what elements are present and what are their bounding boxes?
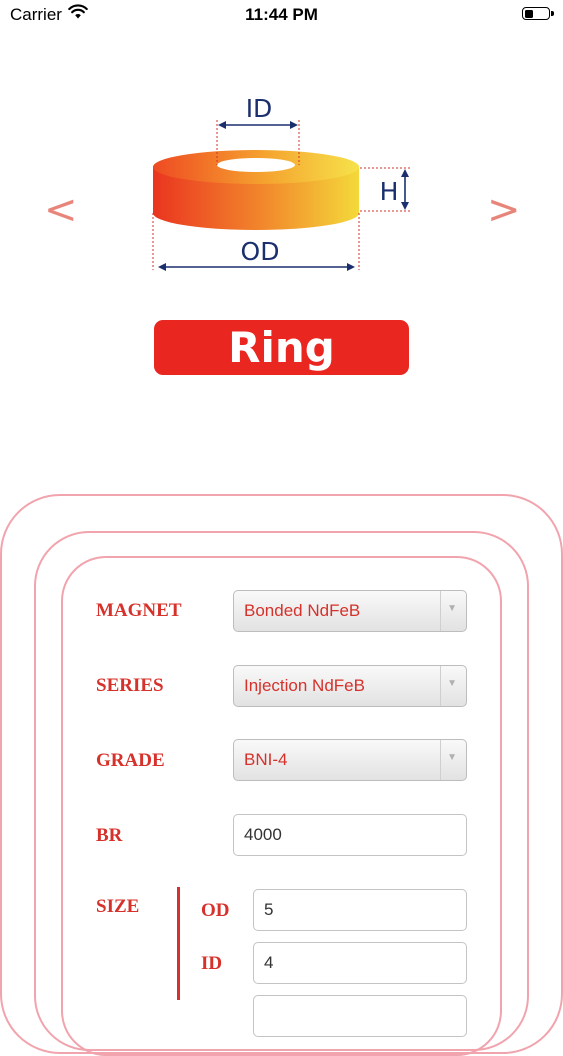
select-divider — [440, 591, 441, 631]
h-dimension-label: H — [380, 177, 399, 206]
chevron-right-icon[interactable]: > — [487, 190, 521, 230]
br-label: BR — [96, 825, 123, 846]
chevron-left-icon[interactable]: < — [44, 190, 78, 230]
id-label: ID — [201, 953, 223, 974]
id-input[interactable]: 4 — [253, 942, 467, 984]
series-select[interactable]: Injection NdFeB ▼ — [233, 665, 467, 707]
series-select-value: Injection NdFeB — [244, 676, 365, 695]
status-bar: Carrier 11:44 PM — [0, 0, 563, 30]
shape-name-badge: Ring — [154, 320, 409, 375]
grade-select[interactable]: BNI-4 ▼ — [233, 739, 467, 781]
battery-nub — [551, 11, 554, 16]
size-group-bar — [177, 887, 180, 1000]
series-label: SERIES — [96, 675, 164, 696]
select-divider — [440, 666, 441, 706]
magnet-select[interactable]: Bonded NdFeB ▼ — [233, 590, 467, 632]
shape-name: Ring — [228, 323, 335, 372]
magnet-label: MAGNET — [96, 600, 182, 621]
id-dimension-label: ID — [246, 94, 273, 123]
dropdown-caret-icon: ▼ — [447, 603, 457, 614]
ring-diagram: ID OD H — [152, 94, 411, 271]
dropdown-caret-icon: ▼ — [447, 678, 457, 689]
select-divider — [440, 740, 441, 780]
h-input[interactable] — [253, 995, 467, 1037]
id-input-value: 4 — [264, 953, 274, 972]
battery-level-fill — [524, 9, 534, 18]
magnet-select-value: Bonded NdFeB — [244, 601, 361, 620]
grade-select-value: BNI-4 — [244, 750, 288, 769]
od-input-value: 5 — [264, 900, 274, 919]
grade-label: GRADE — [96, 750, 165, 771]
br-input-value: 4000 — [244, 825, 282, 844]
od-label: OD — [201, 900, 230, 921]
od-input[interactable]: 5 — [253, 889, 467, 931]
size-label: SIZE — [96, 896, 140, 917]
dropdown-caret-icon: ▼ — [447, 752, 457, 763]
od-dimension-label: OD — [241, 237, 280, 266]
clock: 11:44 PM — [245, 5, 318, 24]
battery-icon — [522, 7, 550, 20]
br-input[interactable]: 4000 — [233, 814, 467, 856]
